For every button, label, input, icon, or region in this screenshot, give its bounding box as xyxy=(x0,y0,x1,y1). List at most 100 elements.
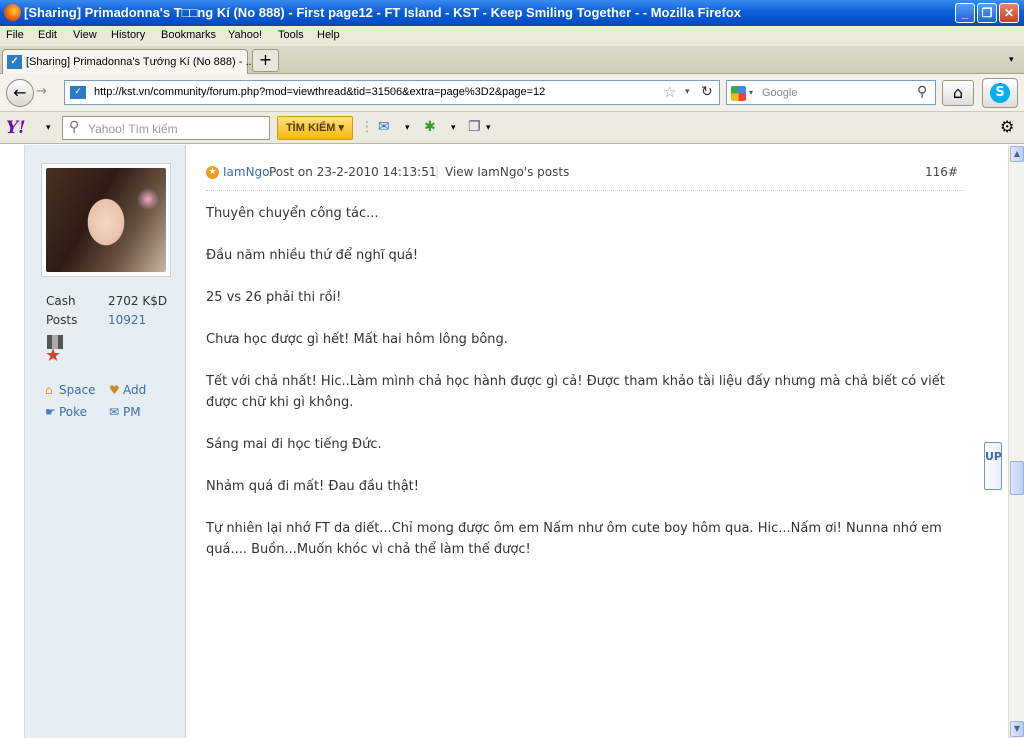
search-icon: ⚲ xyxy=(69,119,80,135)
post-timestamp: Post on 23-2-2010 14:13:51 xyxy=(269,165,437,179)
envelope-icon: ✉ xyxy=(109,405,120,419)
search-input[interactable]: Google xyxy=(762,87,797,99)
pm-label: PM xyxy=(123,405,141,419)
post-paragraph: Đầu năm nhiều thứ để nghĩ quá! xyxy=(206,248,419,263)
add-friend-link[interactable]: ♥ Add xyxy=(109,383,146,397)
scroll-up-arrow-icon[interactable]: ▲ xyxy=(1010,146,1024,162)
post-paragraph: Thuyên chuyển công tác... xyxy=(206,206,379,221)
tab-label: [Sharing] Primadonna's Tướng Kí (No 888)… xyxy=(26,56,255,68)
site-favicon-icon: ✓ xyxy=(7,55,22,69)
vertical-scrollbar[interactable]: ▲ ▼ xyxy=(1008,145,1024,738)
magnifier-icon[interactable]: ⚲ xyxy=(917,84,927,100)
add-label: Add xyxy=(123,383,147,397)
scroll-up-button[interactable]: UP xyxy=(984,442,1002,490)
view-posts-link[interactable]: View IamNgo's posts xyxy=(445,165,569,179)
tab-bar: ✓ [Sharing] Primadonna's Tướng Kí (No 88… xyxy=(0,46,1024,75)
home-icon: ⌂ xyxy=(952,83,964,102)
mail-icon[interactable]: ✉ xyxy=(378,119,390,135)
yahoo-menu-chevron-icon[interactable]: ▾ xyxy=(46,123,51,133)
post-number-link[interactable]: 116# xyxy=(925,165,958,179)
cash-value: 2702 K$D xyxy=(108,294,168,308)
avatar-image xyxy=(46,168,166,272)
url-text[interactable]: http://kst.vn/community/forum.php?mod=vi… xyxy=(94,86,545,98)
space-label: Space xyxy=(59,383,96,397)
reload-icon[interactable]: ↻ xyxy=(701,84,713,100)
url-history-chevron-icon[interactable]: ▾ xyxy=(685,87,690,97)
skype-icon: S xyxy=(990,83,1010,103)
post-content: ★ IamNgo Post on 23-2-2010 14:13:51 | Vi… xyxy=(186,145,984,738)
tab-active[interactable]: ✓ [Sharing] Primadonna's Tướng Kí (No 88… xyxy=(2,49,255,75)
post-header: ★ IamNgo Post on 23-2-2010 14:13:51 | Vi… xyxy=(206,165,964,191)
yahoo-logo[interactable]: Y! xyxy=(6,118,26,138)
yahoo-search-button[interactable]: TÌM KIẾM ▾ xyxy=(277,116,353,140)
tab-list-chevron-icon[interactable]: ▾ xyxy=(1009,55,1014,65)
post-paragraph: Sáng mai đi học tiếng Đức. xyxy=(206,437,382,452)
search-box[interactable]: ▾ Google ⚲ xyxy=(726,80,936,105)
poke-link[interactable]: ☛ Poke xyxy=(45,405,87,419)
menu-history[interactable]: History xyxy=(111,29,145,41)
house-icon: ⌂ xyxy=(45,383,53,397)
pages-icon[interactable]: ❐ xyxy=(468,119,481,135)
back-arrow-icon[interactable]: ← xyxy=(6,79,34,107)
page-viewport: Cash 2702 K$D Posts 10921 ★ ⌂ Space ♥ Add … xyxy=(0,145,1008,738)
menu-yahoo[interactable]: Yahoo! xyxy=(228,29,262,41)
menu-help[interactable]: Help xyxy=(317,29,340,41)
menu-bookmarks[interactable]: Bookmarks xyxy=(161,29,216,41)
yahoo-toolbar: Y! ▾ ⚲ Yahoo! Tìm kiếm TÌM KIẾM ▾ ⋮ ✉ ▾ … xyxy=(0,112,1024,144)
add-friend-icon: ♥ xyxy=(109,383,120,397)
google-icon[interactable] xyxy=(731,86,746,101)
home-button[interactable]: ⌂ xyxy=(942,80,974,106)
post-paragraph: Tự nhiên lại nhớ FT da diết...Chỉ mong đ… xyxy=(206,521,942,557)
scroll-down-arrow-icon[interactable]: ▼ xyxy=(1010,721,1024,737)
post-paragraph: Tết với chả nhất! Hic..Làm mình chả học … xyxy=(206,374,945,410)
post-paragraph: Chưa học được gì hết! Mất hai hôm lông b… xyxy=(206,332,508,347)
toolbar-grip-icon: ⋮ xyxy=(360,119,374,135)
cash-label: Cash xyxy=(46,294,76,308)
close-button[interactable]: ✕ xyxy=(999,3,1019,23)
yahoo-search-input[interactable]: Yahoo! Tìm kiếm xyxy=(88,122,178,136)
avatar[interactable] xyxy=(41,163,171,277)
menu-edit[interactable]: Edit xyxy=(38,29,57,41)
menu-tools[interactable]: Tools xyxy=(278,29,304,41)
bookmark-star-icon[interactable]: ☆ xyxy=(663,83,676,101)
posts-label: Posts xyxy=(46,313,78,327)
menu-file[interactable]: File xyxy=(6,29,24,41)
post-paragraph: Nhảm quá đi mất! Đau đầu thật! xyxy=(206,479,419,494)
messenger-chevron-icon[interactable]: ▾ xyxy=(451,123,456,133)
medal-icon: ★ xyxy=(45,335,65,369)
post-body: Thuyên chuyển công tác... Đầu năm nhiều … xyxy=(206,203,966,581)
gear-icon[interactable]: ⚙ xyxy=(1000,117,1014,136)
site-identity-icon: ✓ xyxy=(70,86,86,99)
firefox-icon xyxy=(4,4,21,21)
new-tab-button[interactable]: + xyxy=(252,49,279,72)
author-sidebar: Cash 2702 K$D Posts 10921 ★ ⌂ Space ♥ Add … xyxy=(24,145,186,738)
title-bar: [Sharing] Primadonna's T□□ng Kí (No 888)… xyxy=(0,0,1024,26)
online-star-icon: ★ xyxy=(206,166,219,179)
yahoo-search-box[interactable]: ⚲ Yahoo! Tìm kiếm xyxy=(62,116,270,140)
header-separator: | xyxy=(435,165,440,179)
menu-view[interactable]: View xyxy=(73,29,97,41)
minimize-button[interactable]: _ xyxy=(955,3,975,23)
posts-value[interactable]: 10921 xyxy=(108,313,146,327)
pages-chevron-icon[interactable]: ▾ xyxy=(486,123,491,133)
maximize-button[interactable]: ❐ xyxy=(977,3,997,23)
page-margin xyxy=(0,145,24,738)
menu-bar: File Edit View History Bookmarks Yahoo! … xyxy=(0,26,1024,46)
address-bar[interactable]: ✓ http://kst.vn/community/forum.php?mod=… xyxy=(64,80,720,105)
star-icon: ★ xyxy=(45,345,62,366)
search-engine-chevron-icon[interactable]: ▾ xyxy=(749,88,753,97)
poke-icon: ☛ xyxy=(45,405,56,419)
mail-chevron-icon[interactable]: ▾ xyxy=(405,123,410,133)
space-link[interactable]: ⌂ Space xyxy=(45,383,96,397)
scrollbar-thumb[interactable] xyxy=(1010,461,1024,495)
forward-arrow-icon[interactable]: → xyxy=(36,84,47,99)
post-paragraph: 25 vs 26 phải thi rồi! xyxy=(206,290,342,305)
window-title: [Sharing] Primadonna's T□□ng Kí (No 888)… xyxy=(24,5,742,20)
firefox-window: [Sharing] Primadonna's T□□ng Kí (No 888)… xyxy=(0,0,1024,738)
messenger-icon[interactable]: ✱ xyxy=(424,119,436,135)
navigation-toolbar: ← → ✓ http://kst.vn/community/forum.php?… xyxy=(0,74,1024,112)
poke-label: Poke xyxy=(59,405,88,419)
pm-link[interactable]: ✉ PM xyxy=(109,405,141,419)
author-link[interactable]: IamNgo xyxy=(223,165,270,179)
skype-button[interactable]: S xyxy=(982,78,1018,108)
